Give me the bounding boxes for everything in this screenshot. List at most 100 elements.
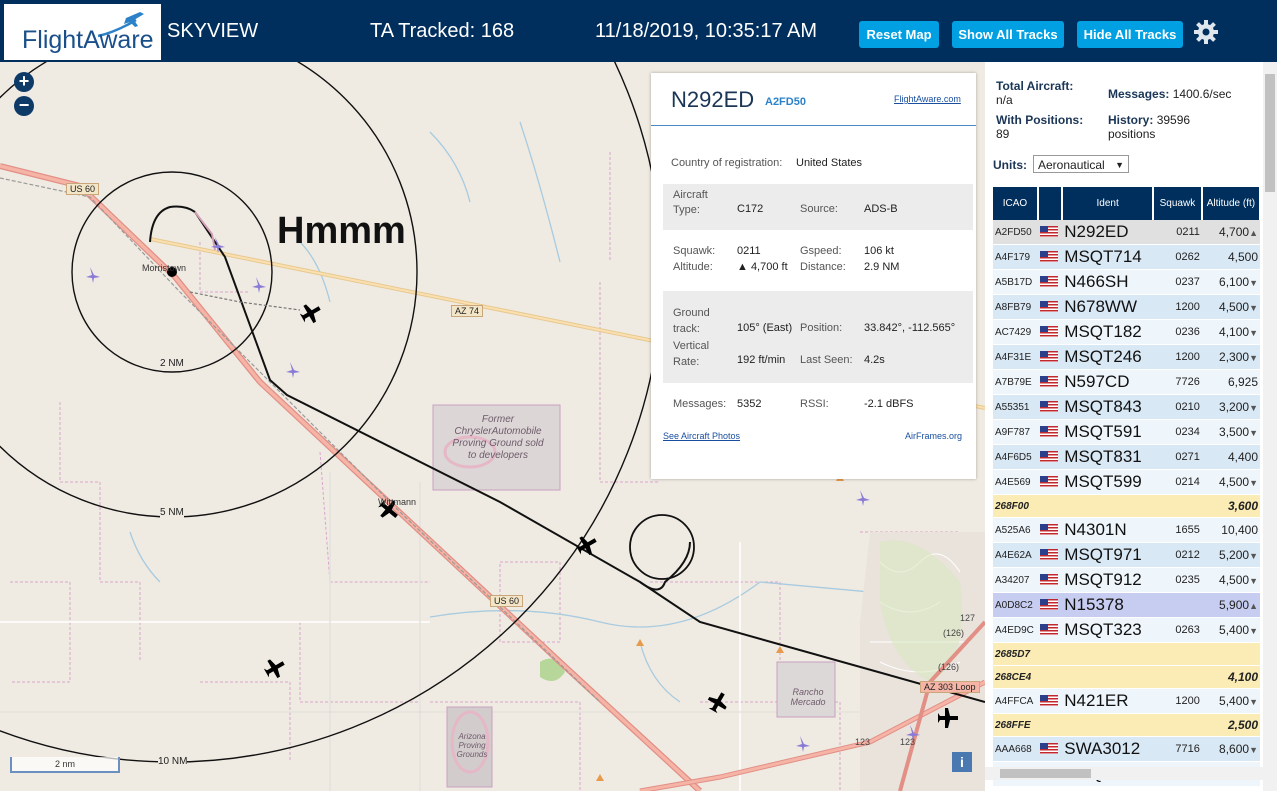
table-row[interactable]: 268CE4 4,100: [993, 665, 1260, 689]
tracked-count: TA Tracked: 168: [370, 20, 515, 42]
total-aircraft-label: Total Aircraft:: [996, 79, 1074, 93]
cell-ident: N421ER: [1062, 688, 1153, 714]
table-row[interactable]: A7B79E N597CD 7726 6,925: [993, 369, 1260, 395]
table-row[interactable]: A525A6 N4301N 1655 10,400: [993, 517, 1260, 543]
road-label-us60: US 60: [66, 183, 100, 195]
units-selected-value: Aeronautical: [1038, 158, 1105, 172]
cell-icao: 2685D7: [993, 642, 1038, 666]
vertical-scrollbar[interactable]: [1263, 62, 1277, 791]
cell-ident: MSQT831: [1062, 444, 1153, 470]
table-row[interactable]: A4E569 MSQT599 0214 4,500▼: [993, 469, 1260, 495]
table-row[interactable]: AAA668 SWA3012 7716 8,600▼: [993, 736, 1260, 762]
us-flag-icon: [1039, 401, 1058, 413]
cell-altitude-text: 4,100: [1219, 325, 1250, 339]
altitude-trend-icon: ▼: [1249, 403, 1258, 413]
cell-icao-text: A5B17D: [995, 276, 1033, 288]
table-row[interactable]: A4F6D5 MSQT831 0271 4,400: [993, 444, 1260, 470]
col-header-icao[interactable]: ICAO: [993, 187, 1039, 220]
place-arizona-proving-grounds: Arizona Proving Grounds: [456, 732, 488, 759]
gspeed-value: 106 kt: [864, 245, 894, 257]
table-row[interactable]: A34207 MSQT912 0235 4,500▼: [993, 567, 1260, 593]
flightaware-link[interactable]: FlightAware.com: [894, 94, 961, 104]
cell-icao-text: A34207: [995, 574, 1030, 586]
show-all-tracks-button[interactable]: Show All Tracks: [952, 21, 1064, 48]
road-label-123: 123: [900, 737, 916, 747]
table-row[interactable]: 2685D7: [993, 642, 1260, 666]
settings-gear-icon[interactable]: [1193, 19, 1219, 45]
cell-flag: [1037, 736, 1063, 762]
cell-ident-text: SWA3012: [1064, 739, 1141, 758]
cell-ident-text: N466SH: [1064, 272, 1129, 291]
cell-icao-text: A4F31E: [995, 351, 1032, 363]
scrollbar-thumb[interactable]: [1265, 74, 1275, 192]
cell-squawk: 0212: [1152, 542, 1202, 568]
cell-altitude: 2,500: [1201, 713, 1260, 737]
table-row[interactable]: A0D8C2 N15378 5,900▲: [993, 592, 1260, 618]
col-header-ident[interactable]: Ident: [1062, 187, 1154, 220]
zoom-out-button[interactable]: −: [14, 96, 34, 116]
cell-squawk: 1655: [1152, 517, 1202, 543]
cell-icao-text: A0D8C2: [995, 599, 1033, 611]
cell-icao-text: A525A6: [995, 524, 1031, 536]
cell-altitude: 5,900▲: [1201, 592, 1260, 618]
altitude-trend-icon: ▲: [1249, 228, 1258, 238]
table-row[interactable]: 268F00 3,600: [993, 494, 1260, 518]
cell-altitude-text: 5,400: [1219, 694, 1250, 708]
altitude-trend-icon: ▼: [1249, 626, 1258, 636]
table-row[interactable]: A9F787 MSQT591 0234 3,500▼: [993, 419, 1260, 445]
cell-icao-text: A4FFCA: [995, 695, 1034, 707]
altitude-label: Altitude:: [673, 261, 713, 273]
cell-squawk-text: 0212: [1175, 549, 1200, 561]
table-row[interactable]: A55351 MSQT843 0210 3,200▼: [993, 394, 1260, 420]
cell-flag: [1037, 642, 1063, 666]
table-row[interactable]: A4E62A MSQT971 0212 5,200▼: [993, 542, 1260, 568]
cell-altitude-text: 4,700: [1219, 225, 1250, 239]
cell-squawk-text: 1200: [1175, 695, 1200, 707]
cell-squawk-text: 1200: [1175, 351, 1200, 363]
cell-ident-text: MSQT599: [1064, 472, 1142, 491]
col-header-flag[interactable]: [1037, 187, 1064, 220]
cell-flag: [1037, 344, 1063, 370]
us-flag-icon: [1039, 376, 1058, 388]
col-header-squawk[interactable]: Squawk: [1152, 187, 1203, 220]
reset-map-button[interactable]: Reset Map: [859, 21, 939, 48]
total-aircraft: Total Aircraft: n/a: [996, 79, 1073, 107]
aircraft-photos-link[interactable]: See Aircraft Photos: [663, 431, 740, 441]
cell-altitude-text: 3,200: [1219, 400, 1250, 414]
table-row[interactable]: 268FFE 2,500: [993, 713, 1260, 737]
table-row[interactable]: A2FD50 N292ED 0211 4,700▲: [993, 220, 1260, 245]
altitude-trend-icon: ▼: [1249, 478, 1258, 488]
table-row[interactable]: A5B17D N466SH 0237 6,100▼: [993, 269, 1260, 295]
zoom-in-button[interactable]: +: [14, 72, 34, 92]
popup-track-row: Ground track: 105° (East) Position: 33.8…: [663, 291, 973, 383]
cell-ident-text: MSQT971: [1064, 545, 1142, 564]
horizontal-scrollbar[interactable]: [985, 767, 1263, 780]
table-row[interactable]: A4F179 MSQT714 0262 4,500: [993, 244, 1260, 270]
table-row[interactable]: A4F31E MSQT246 1200 2,300▼: [993, 344, 1260, 370]
cell-altitude-text: 5,200: [1219, 548, 1250, 562]
cell-squawk-text: 0235: [1175, 574, 1200, 586]
cell-squawk: [1152, 642, 1202, 666]
table-row[interactable]: A4ED9C MSQT323 0263 5,400▼: [993, 617, 1260, 643]
cell-ident-text: MSQT323: [1064, 620, 1142, 639]
airframes-link[interactable]: AirFrames.org: [905, 431, 962, 441]
col-header-altitude[interactable]: Altitude (ft): [1201, 187, 1262, 220]
horizontal-scrollbar-thumb[interactable]: [1000, 769, 1091, 778]
cell-icao-text: 268FFE: [995, 719, 1031, 731]
popup-hex[interactable]: A2FD50: [765, 96, 806, 108]
messages-label: Messages:: [673, 398, 727, 410]
cell-squawk-text: 0237: [1175, 276, 1200, 288]
flightaware-logo[interactable]: FlightAware: [4, 4, 161, 60]
hide-all-tracks-button[interactable]: Hide All Tracks: [1077, 21, 1183, 48]
table-row[interactable]: A4FFCA N421ER 1200 5,400▼: [993, 688, 1260, 714]
cell-squawk: 1200: [1152, 688, 1202, 714]
cell-flag: [1037, 220, 1063, 245]
table-row[interactable]: AC7429 MSQT182 0236 4,100▼: [993, 319, 1260, 345]
cell-altitude: 5,400▼: [1201, 617, 1260, 643]
table-row[interactable]: A8FB79 N678WW 1200 4,500▼: [993, 294, 1260, 320]
cell-ident: MSQT912: [1062, 567, 1153, 593]
lastseen-label: Last Seen:: [800, 354, 853, 366]
cell-squawk-text: 0236: [1175, 326, 1200, 338]
units-select[interactable]: Aeronautical ▼: [1033, 155, 1129, 173]
info-icon[interactable]: i: [952, 752, 972, 772]
